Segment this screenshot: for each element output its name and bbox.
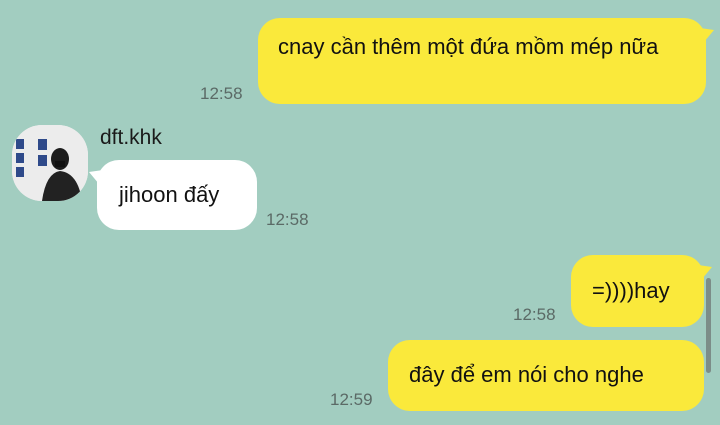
bubble-tail-icon — [89, 170, 103, 184]
profile-photo-icon — [12, 125, 88, 201]
message-timestamp: 12:58 — [200, 84, 243, 103]
scrollbar[interactable] — [706, 278, 711, 373]
message-text: jihoon đấy — [119, 182, 220, 207]
outgoing-message-bubble[interactable]: cnay cần thêm một đứa mồm mép nữa — [258, 18, 714, 104]
message-text: cnay cần thêm một đứa mồm mép nữa — [278, 34, 659, 59]
message-text: =))))hay — [592, 278, 670, 303]
message-text: đây để em nói cho nghe — [409, 362, 644, 387]
sender-name: dft.khk — [100, 126, 162, 149]
bubble-tail-icon — [698, 265, 712, 279]
outgoing-message-bubble[interactable]: =))))hay — [571, 255, 712, 327]
bubble-tail-icon — [700, 28, 714, 42]
outgoing-message-bubble[interactable]: đây để em nói cho nghe — [388, 340, 704, 411]
message-timestamp: 12:58 — [513, 305, 556, 324]
message-timestamp: 12:59 — [330, 390, 373, 409]
message-timestamp: 12:58 — [266, 210, 309, 229]
incoming-message-bubble[interactable]: jihoon đấy — [89, 160, 257, 230]
avatar[interactable] — [12, 125, 88, 201]
